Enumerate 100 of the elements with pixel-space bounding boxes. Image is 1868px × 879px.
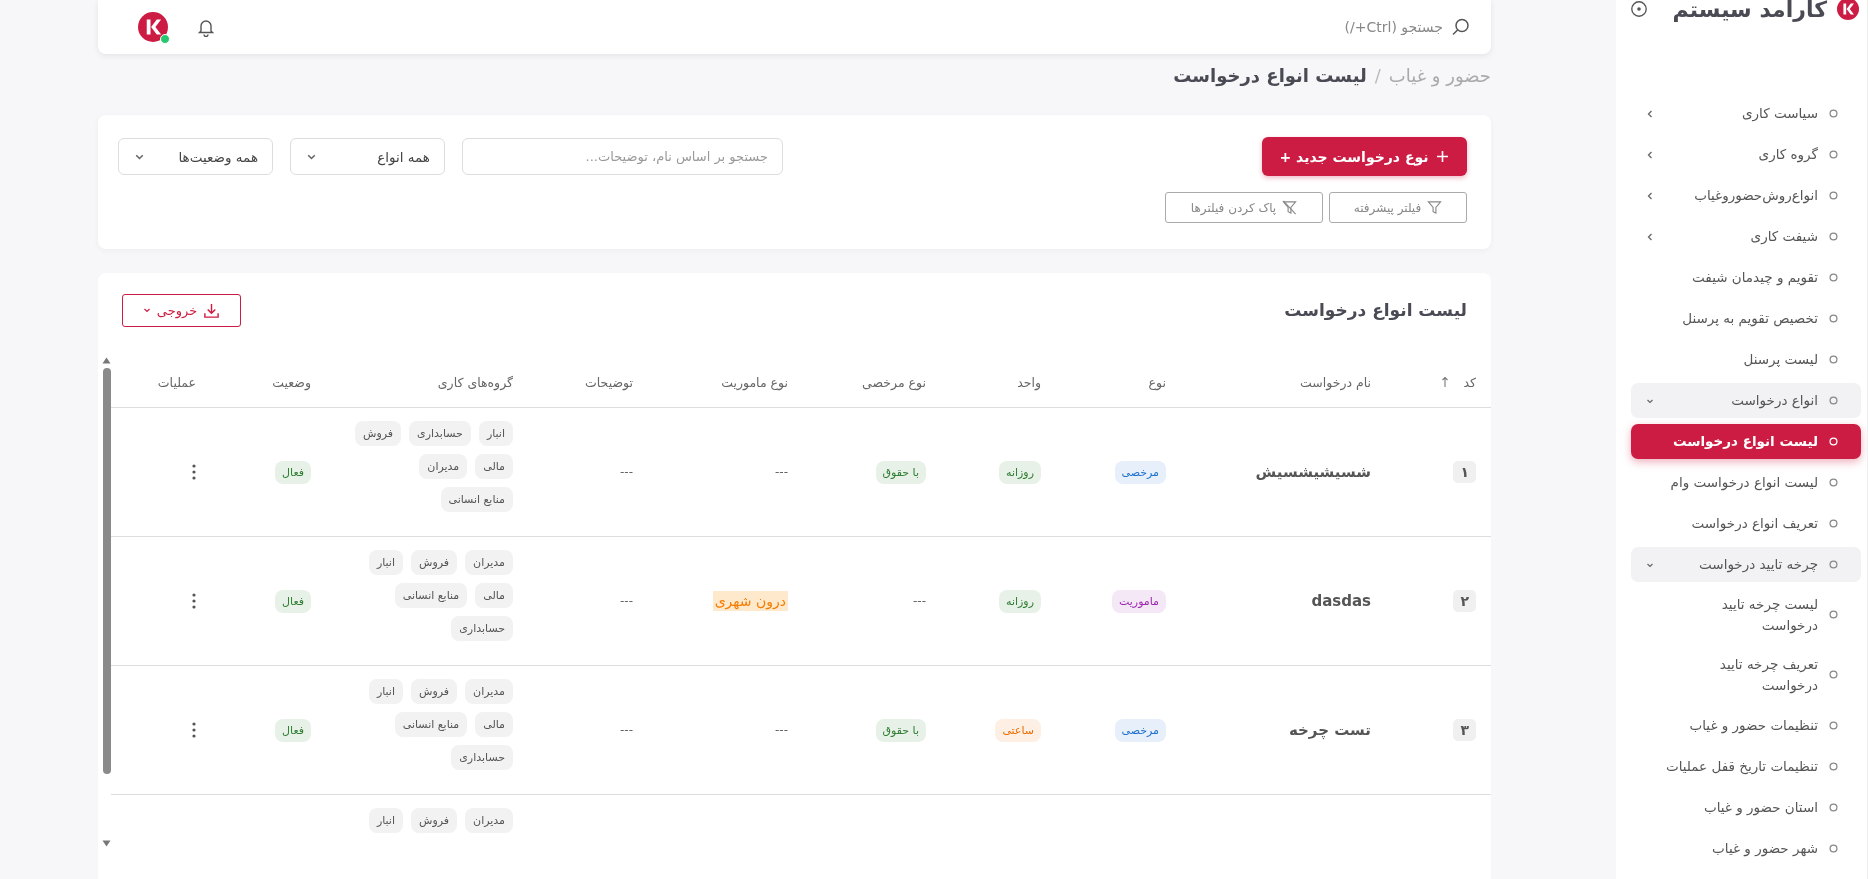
filter-icon (1427, 200, 1443, 215)
chevron-left-icon (1645, 108, 1655, 119)
chevron-left-icon (1645, 149, 1655, 160)
sidebar-item[interactable]: شهر حضور و غیاب (1631, 830, 1861, 866)
table-cell: --- (620, 465, 633, 479)
bullet-icon (1829, 232, 1838, 241)
bell-icon[interactable] (196, 17, 216, 37)
row-code: ۲ (1453, 590, 1476, 612)
sidebar-item[interactable]: تنظیمات حضور و غیاب (1631, 707, 1861, 743)
work-group-tag: منابع انسانی (394, 583, 468, 608)
bullet-icon (1829, 478, 1838, 487)
table-cell: --- (620, 723, 633, 737)
sidebar-item[interactable]: انواع‌روش‌حضوروغیاب (1631, 178, 1861, 213)
bullet-icon (1829, 802, 1838, 812)
column-header[interactable]: واحد (941, 374, 1056, 390)
scroll-up-icon[interactable] (102, 357, 111, 364)
bullet-icon (1829, 109, 1838, 118)
bullet-icon (1829, 437, 1838, 446)
search-field[interactable]: جستجو (Ctrl+/) (1183, 15, 1443, 39)
sidebar-item[interactable]: انواع درخواست (1631, 383, 1861, 418)
status-tag: با حقوق (875, 718, 926, 742)
status-tag: روزانه (999, 589, 1041, 613)
column-header[interactable]: کد (1386, 374, 1491, 390)
more-icon[interactable] (192, 593, 196, 609)
sidebar-item[interactable]: لیست انواع درخواست (1631, 424, 1861, 459)
column-header[interactable]: وضعیت (211, 374, 326, 390)
bullet-icon (1829, 560, 1838, 569)
work-group-tag: فروش (411, 550, 458, 575)
new-request-type-button[interactable]: نوع درخواست جدید + (1262, 137, 1467, 176)
dropdown[interactable]: همه وضعیت‌ها (118, 138, 273, 175)
work-group-tag: حسابداری (409, 421, 471, 446)
chevron-left-icon (1645, 190, 1655, 201)
column-header[interactable]: توضیحات (528, 374, 648, 390)
status-tag: فعال (275, 718, 311, 742)
sidebar-item[interactable]: چرخه تایید درخواست (1631, 547, 1861, 582)
work-group-tag: مدیران (465, 808, 513, 833)
sidebar-item[interactable]: تعریف انواع درخواست (1631, 506, 1861, 541)
sidebar-item[interactable]: لیست پرسنل (1631, 342, 1861, 377)
status-tag: مرخصی (1114, 460, 1166, 484)
table-title: لیست انواع درخواست (1284, 300, 1467, 320)
bullet-icon (1829, 720, 1838, 730)
work-group-tag: فروش (411, 808, 458, 833)
dropdown[interactable]: همه انواع (290, 138, 445, 175)
more-icon[interactable] (192, 722, 196, 738)
clear-filters-button[interactable]: پاک کردن فیلترها (1165, 192, 1323, 223)
work-group-tag: منابع انسانی (394, 712, 468, 737)
work-group-tag: فروش (411, 679, 458, 704)
work-group-tag: فروش (355, 421, 402, 446)
work-group-tag: حسابداری (451, 616, 513, 641)
status-tag: روزانه (999, 460, 1041, 484)
download-icon (203, 301, 221, 319)
bullet-icon (1829, 314, 1838, 323)
chevron-left-icon (1645, 231, 1655, 242)
request-name: شسیشیشسیش (1255, 463, 1371, 481)
bullet-icon (1829, 191, 1838, 200)
target-icon[interactable] (1630, 0, 1648, 18)
sidebar-item[interactable]: تخصیص تقویم به پرسنل (1631, 301, 1861, 336)
request-name: تست چرخه (1288, 721, 1371, 739)
bullet-icon (1829, 150, 1838, 159)
bullet-icon (1829, 761, 1838, 771)
bullet-icon (1829, 519, 1838, 528)
sidebar-item[interactable]: گروه کاری (1631, 137, 1861, 172)
status-tag: با حقوق (875, 460, 926, 484)
more-icon[interactable] (192, 464, 196, 480)
work-group-tag: انبار (368, 679, 403, 704)
column-header[interactable]: نوع (1056, 374, 1181, 390)
status-tag: فعال (275, 589, 311, 613)
sidebar-item[interactable]: شیفت کاری (1631, 219, 1861, 254)
bullet-icon (1829, 610, 1838, 620)
export-button[interactable]: خروجی (122, 293, 241, 327)
table-cell: --- (775, 723, 788, 737)
sidebar-item[interactable]: استان حضور و غیاب (1631, 789, 1861, 825)
work-group-tag: انبار (368, 550, 403, 575)
scroll-down-icon[interactable] (102, 840, 111, 847)
column-header[interactable]: عملیات (113, 374, 211, 390)
status-tag: فعال (275, 460, 311, 484)
search-icon (1451, 17, 1471, 37)
sidebar-item[interactable]: لیست انواع درخواست وام (1631, 465, 1861, 500)
column-header[interactable]: نام درخواست (1181, 374, 1386, 390)
bullet-icon (1829, 843, 1838, 853)
avatar[interactable] (138, 12, 168, 42)
column-header[interactable]: نوع مرخصی (803, 374, 941, 390)
work-group-tag: انبار (368, 808, 403, 833)
advanced-filter-button[interactable]: فیلتر پیشرفته (1329, 192, 1467, 223)
search-field[interactable]: جستجو بر اساس نام، توضیحات... (462, 138, 783, 175)
column-header[interactable]: گروه‌های کاری (326, 374, 528, 390)
status-tag: ساعتی (995, 718, 1041, 742)
online-status-dot (160, 34, 170, 44)
column-header[interactable]: نوع ماموریت (648, 374, 803, 390)
sidebar-item[interactable]: تنظیمات تاریخ قفل عملیات (1631, 748, 1861, 784)
bullet-icon (1829, 670, 1838, 680)
scrollbar[interactable] (102, 357, 111, 847)
table-cell: --- (913, 594, 926, 608)
sidebar-item[interactable]: لیست چرخه تایید درخواست (1631, 588, 1861, 642)
sidebar-item[interactable]: تقویم و چیدمان شیفت (1631, 260, 1861, 295)
sidebar-item[interactable]: تعریف چرخه تایید درخواست (1631, 647, 1861, 702)
sidebar-item[interactable]: سیاست کاری (1631, 96, 1861, 131)
caret-icon (142, 306, 151, 314)
table-cell: --- (620, 594, 633, 608)
row-code: ۱ (1453, 461, 1476, 483)
